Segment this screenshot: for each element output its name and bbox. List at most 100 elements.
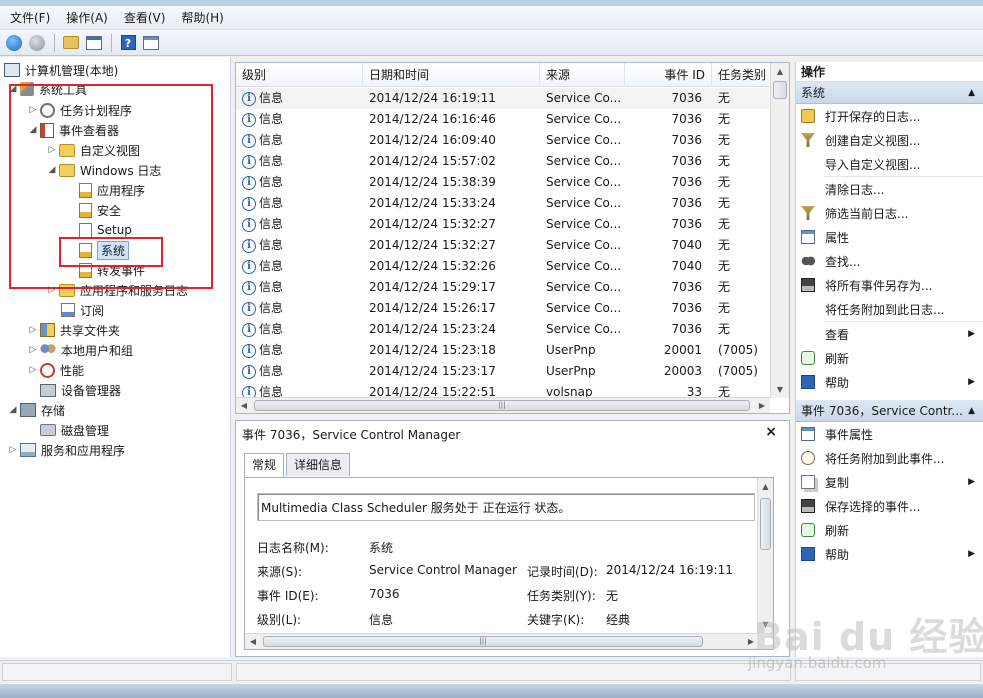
info-icon: i	[242, 322, 256, 337]
tree-item-subscriptions[interactable]: 订阅	[61, 300, 104, 320]
tree-item-local-users[interactable]: ▷ 本地用户和组	[28, 340, 133, 360]
action-item[interactable]: 查看 ▶	[796, 322, 983, 346]
column-header-event-id[interactable]: 事件 ID	[625, 63, 712, 87]
action-item[interactable]: 创建自定义视图...	[796, 128, 983, 152]
tree-item-services-apps[interactable]: ▷ 服务和应用程序	[8, 440, 125, 460]
expand-arrow-icon[interactable]: ▷	[8, 445, 18, 455]
scroll-thumb[interactable]	[760, 498, 771, 550]
action-item[interactable]: 刷新	[796, 346, 983, 370]
show-action-pane-button[interactable]	[140, 32, 162, 54]
list-vertical-scrollbar[interactable]: ▲ ▼	[770, 63, 789, 398]
action-item[interactable]: 将任务附加到此日志...	[796, 297, 983, 321]
tree-item-performance[interactable]: ▷ 性能	[28, 360, 84, 380]
device-manager-icon	[40, 383, 56, 397]
scroll-down-icon[interactable]: ▼	[771, 381, 789, 398]
action-item[interactable]: 帮助 ▶	[796, 370, 983, 394]
tree-item-shared-folders[interactable]: ▷ 共享文件夹	[28, 320, 120, 340]
tab-general[interactable]: 常规	[244, 453, 285, 477]
detail-horizontal-scrollbar[interactable]: ◀ ||| ▶	[245, 633, 759, 649]
scroll-left-icon[interactable]: ◀	[245, 634, 261, 650]
table-row[interactable]: i 信息 2014/12/24 15:26:17 Service Co... 7036 无	[236, 298, 769, 319]
action-item[interactable]: 帮助 ▶	[796, 542, 983, 566]
table-row[interactable]: i 信息 2014/12/24 15:29:17 Service Co... 7036 无	[236, 277, 769, 298]
action-label: 帮助	[825, 547, 850, 562]
menu-action[interactable]: 操作(A)	[60, 7, 114, 28]
table-row[interactable]: i 信息 2014/12/24 15:38:39 Service Co... 7036 无	[236, 172, 769, 193]
event-id-cell: 7036	[671, 322, 702, 336]
action-item[interactable]: 打开保存的日志...	[796, 104, 983, 128]
action-item[interactable]: 清除日志...	[796, 177, 983, 201]
column-header-source[interactable]: 来源	[540, 63, 625, 87]
expand-arrow-icon[interactable]: ▷	[28, 345, 38, 355]
scroll-thumb[interactable]	[773, 81, 787, 99]
task-category-cell: 无	[718, 280, 731, 294]
scroll-right-icon[interactable]: ▶	[754, 398, 770, 414]
table-row[interactable]: i 信息 2014/12/24 15:57:02 Service Co... 7036 无	[236, 151, 769, 172]
action-label: 属性	[825, 230, 850, 245]
console-tree-icon	[86, 35, 102, 50]
menu-view[interactable]: 查看(V)	[118, 7, 172, 28]
submenu-arrow-icon: ▶	[968, 329, 975, 339]
table-row[interactable]: i 信息 2014/12/24 15:33:24 Service Co... 7036 无	[236, 193, 769, 214]
event-id-cell: 7040	[671, 259, 702, 273]
action-item[interactable]: 事件属性	[796, 422, 983, 446]
table-row[interactable]: i 信息 2014/12/24 16:09:40 Service Co... 7036 无	[236, 130, 769, 151]
back-button[interactable]	[3, 32, 25, 54]
tree-item-disk-management[interactable]: 磁盘管理	[40, 420, 109, 440]
storage-icon	[20, 403, 36, 417]
column-header-level[interactable]: 级别	[236, 63, 363, 87]
scroll-up-icon[interactable]: ▲	[758, 478, 773, 495]
table-row[interactable]: i 信息 2014/12/24 15:32:26 Service Co... 7040 无	[236, 256, 769, 277]
computer-icon	[4, 63, 20, 77]
table-row[interactable]: i 信息 2014/12/24 16:19:11 Service Co... 7036 无	[236, 88, 769, 109]
collapse-caret-icon[interactable]: ▲	[968, 400, 975, 422]
task-category-label: 任务类别(Y):	[527, 589, 596, 603]
scroll-right-icon[interactable]: ▶	[743, 634, 759, 650]
help-button[interactable]: ?	[117, 32, 139, 54]
action-item[interactable]: 复制 ▶	[796, 470, 983, 494]
action-item[interactable]: 保存选择的事件...	[796, 494, 983, 518]
action-item[interactable]: 刷新	[796, 518, 983, 542]
tree-item-device-manager[interactable]: 设备管理器	[40, 380, 121, 400]
collapse-arrow-icon[interactable]: ◢	[8, 405, 18, 415]
column-header-datetime[interactable]: 日期和时间	[363, 63, 540, 87]
detail-vertical-scrollbar[interactable]: ▲ ▼	[757, 478, 773, 633]
scroll-left-icon[interactable]: ◀	[236, 398, 252, 414]
close-icon[interactable]: ×	[765, 424, 777, 440]
table-row[interactable]: i 信息 2014/12/24 15:23:17 UserPnp 20003 (7005)	[236, 361, 769, 382]
column-header-task-category[interactable]: 任务类别	[712, 63, 769, 87]
event-id-cell: 7036	[671, 175, 702, 189]
action-item[interactable]: 筛选当前日志...	[796, 201, 983, 225]
table-row[interactable]: i 信息 2014/12/24 15:23:24 Service Co... 7036 无	[236, 319, 769, 340]
forward-button[interactable]	[26, 32, 48, 54]
collapse-caret-icon[interactable]: ▲	[968, 82, 975, 104]
action-item[interactable]: 查找...	[796, 249, 983, 273]
scroll-thumb[interactable]: |||	[254, 400, 750, 411]
event-message[interactable]: Multimedia Class Scheduler 服务处于 正在运行 状态。	[257, 493, 755, 521]
tree-item-root[interactable]: 计算机管理(本地)	[4, 60, 118, 80]
scroll-down-icon[interactable]: ▼	[758, 616, 773, 633]
source-cell: Service Co...	[546, 259, 622, 273]
menu-file[interactable]: 文件(F)	[4, 7, 56, 28]
info-icon: i	[242, 238, 256, 253]
action-item[interactable]: 导入自定义视图...	[796, 152, 983, 176]
action-item[interactable]: 将任务附加到此事件...	[796, 446, 983, 470]
scroll-thumb[interactable]: |||	[263, 636, 703, 647]
scroll-up-icon[interactable]: ▲	[771, 63, 789, 80]
tab-details[interactable]: 详细信息	[286, 453, 351, 476]
action-item[interactable]: 属性	[796, 225, 983, 249]
expand-arrow-icon[interactable]: ▷	[28, 365, 38, 375]
list-horizontal-scrollbar[interactable]: ◀ ||| ▶	[236, 397, 770, 413]
table-row[interactable]: i 信息 2014/12/24 16:16:46 Service Co... 7036 无	[236, 109, 769, 130]
table-row[interactable]: i 信息 2014/12/24 15:32:27 Service Co... 7036 无	[236, 214, 769, 235]
menu-help[interactable]: 帮助(H)	[175, 7, 229, 28]
action-item[interactable]: 将所有事件另存为...	[796, 273, 983, 297]
show-console-tree-button[interactable]	[83, 32, 105, 54]
tree-item-storage[interactable]: ◢ 存储	[8, 400, 65, 420]
table-row[interactable]: i 信息 2014/12/24 15:32:27 Service Co... 7040 无	[236, 235, 769, 256]
up-level-button[interactable]	[60, 32, 82, 54]
actions-section-system[interactable]: 系统 ▲	[796, 82, 983, 104]
table-row[interactable]: i 信息 2014/12/24 15:23:18 UserPnp 20001 (7005)	[236, 340, 769, 361]
actions-section-event[interactable]: 事件 7036，Service Contr... ▲	[796, 400, 983, 422]
expand-arrow-icon[interactable]: ▷	[28, 325, 38, 335]
